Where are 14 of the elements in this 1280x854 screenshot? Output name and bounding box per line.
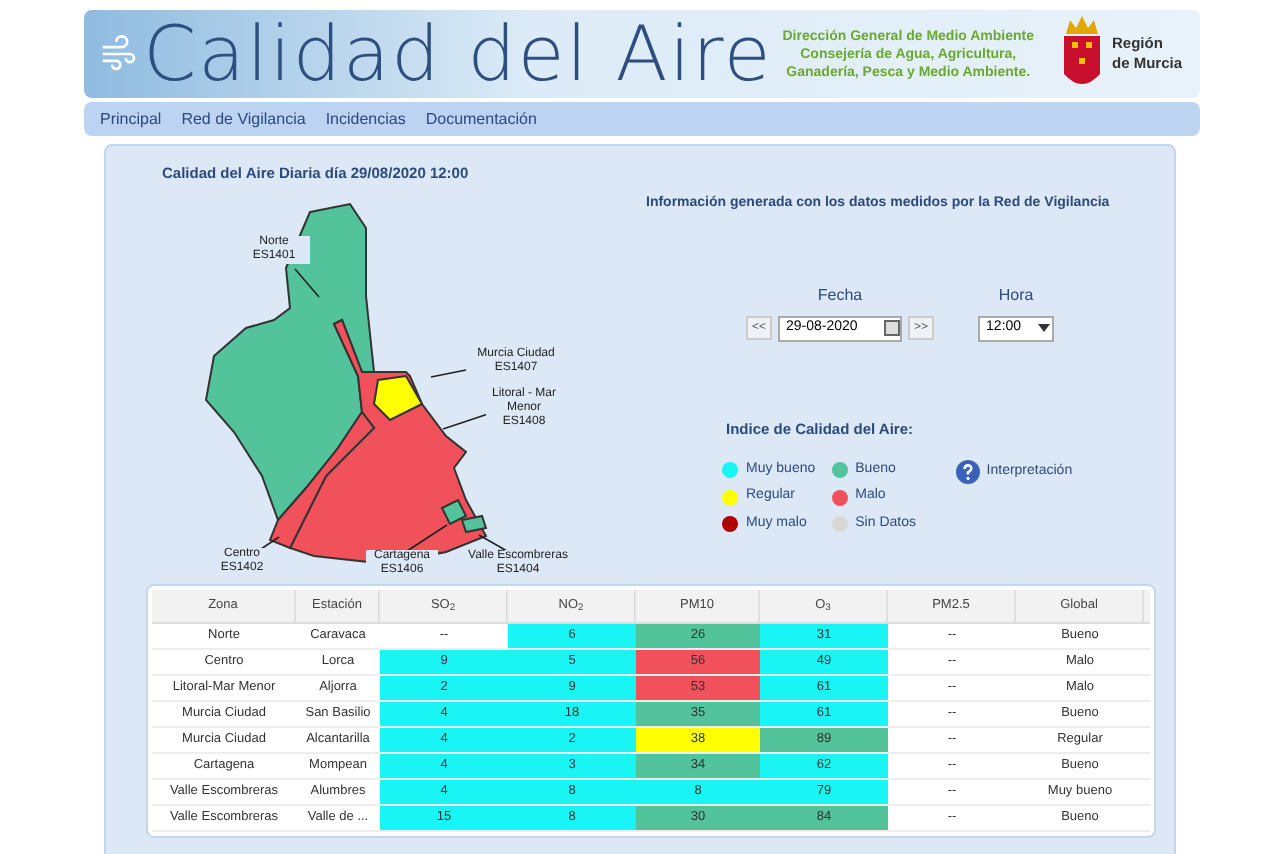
help-icon <box>956 459 981 484</box>
nav-link[interactable]: Principal <box>100 107 162 131</box>
nav-link[interactable]: Red de Vigilancia <box>181 107 306 131</box>
leader-line <box>406 524 448 553</box>
leader-line <box>294 268 320 299</box>
site-title: Calidad del Aire <box>143 16 773 92</box>
nav-link[interactable]: Documentación <box>425 107 537 131</box>
hour-label: Hora <box>998 283 1034 307</box>
date-label: Fecha <box>817 283 863 307</box>
dropdown-caret-icon <box>1036 322 1053 334</box>
nav-link[interactable]: Incidencias <box>325 107 406 131</box>
leader-line <box>478 534 508 553</box>
calendar-icon[interactable] <box>884 320 901 336</box>
wind-icon <box>100 32 136 76</box>
